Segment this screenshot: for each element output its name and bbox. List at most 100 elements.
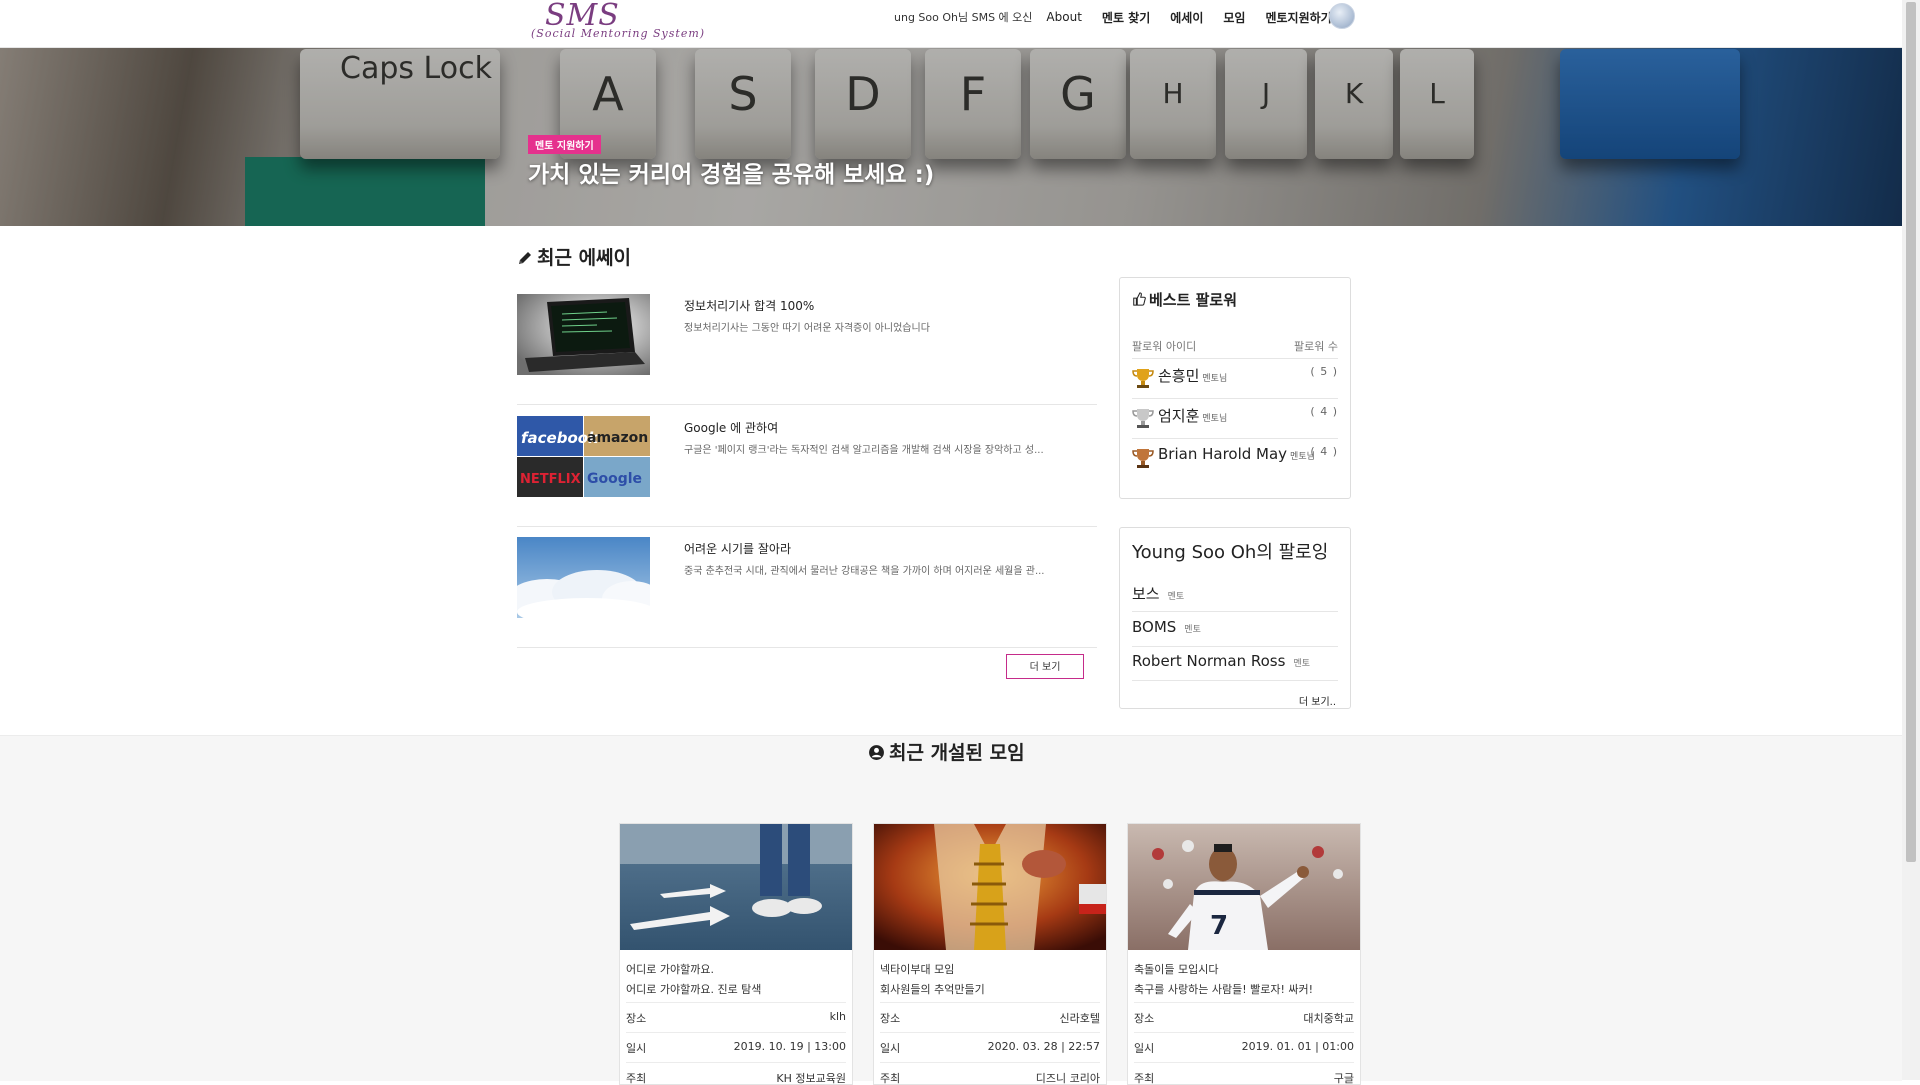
divider [517, 647, 1097, 648]
follower-role: 멘토님 [1202, 414, 1228, 424]
hero-badge[interactable]: 멘토 지원하기 [528, 135, 601, 154]
following-more-link[interactable]: 더 보기.. [1299, 693, 1336, 708]
best-followers-card: 베스트 팔로워 팔로워 아이디 팔로워 수 손흥민 멘토님 ( 5 ) 엄지훈 멘토… [1119, 277, 1351, 499]
group-name[interactable]: 어디로 가야할까요. [626, 961, 714, 977]
host-label: 주최 [626, 1072, 647, 1085]
essay-desc: 정보처리기사는 그동안 따기 어려운 자격증이 아니었습니다 [684, 323, 930, 334]
group-host-row: 주최 KH 정보교육원 [626, 1062, 846, 1085]
following-card: Young Soo Oh의 팔로잉 보스 멘토 BOMS 멘토 Robert Nor… [1119, 527, 1351, 709]
group-card[interactable]: 넥타이부대 모임 회사원들의 추억만들기 장소 신라호텔 일시 2020. 03. … [873, 823, 1107, 1085]
follower-count: ( 4 ) [1310, 445, 1338, 458]
following-role: 멘토 [1167, 592, 1185, 602]
essays-more-button[interactable]: 더 보기 [1006, 654, 1084, 679]
group-image-road[interactable] [620, 824, 852, 950]
follower-row[interactable]: 엄지훈 멘토님 ( 4 ) [1132, 398, 1338, 439]
follower-name: 엄지훈 멘토님 [1158, 407, 1228, 425]
welcome-text: ung Soo Oh님 SMS 에 오신 [894, 11, 1033, 24]
date-label: 일시 [880, 1042, 901, 1055]
nav-groups[interactable]: 모임 [1223, 9, 1245, 26]
logo-netflix: NETFLIX [520, 472, 581, 487]
group-host-row: 주최 구글 [1134, 1062, 1354, 1085]
host-label: 주최 [1134, 1072, 1155, 1085]
following-role: 멘토 [1184, 625, 1201, 635]
logo-subtitle: (Social Mentoring System) [531, 27, 706, 40]
nav-apply-mentor[interactable]: 멘토지원하기 [1265, 9, 1331, 26]
essay-desc: 구글은 '페이지 랭크'라는 독자적인 검색 알고리즘을 개발해 검색 시장을 … [684, 445, 1044, 456]
place-label: 장소 [626, 1012, 647, 1025]
col-follower-count: 팔로워 수 [1294, 340, 1338, 353]
logo-google: Google [587, 471, 642, 487]
following-title: Young Soo Oh의 팔로잉 [1132, 542, 1329, 563]
group-image-soccer[interactable]: 7 [1128, 824, 1360, 950]
essay-thumb-clouds[interactable] [517, 537, 650, 618]
host-label: 주최 [880, 1072, 901, 1085]
follower-count: ( 4 ) [1310, 405, 1338, 418]
pencil-icon [519, 252, 531, 264]
essay-title[interactable]: 어려운 시기를 잘아라 [684, 540, 791, 557]
essay-title[interactable]: Google 에 관하여 [684, 419, 778, 436]
page-scrollbar-thumb[interactable] [1906, 2, 1916, 862]
group-place-row: 장소 klh [626, 1002, 846, 1031]
place-value: klh [829, 1010, 846, 1023]
following-item: BOMS 멘토 [1132, 618, 1201, 636]
place-value: 신라호텔 [1059, 1012, 1100, 1025]
place-label: 장소 [880, 1012, 901, 1025]
essays-title: 최근 에쎄이 [537, 247, 632, 269]
group-image-necktie[interactable] [874, 824, 1106, 950]
essay-thumb-laptop[interactable] [517, 294, 650, 375]
following-role: 멘토 [1293, 659, 1310, 669]
date-label: 일시 [1134, 1042, 1155, 1055]
hero-banner: Caps Lock A S D F G H J K L 멘토 지원하기 가치 있… [0, 47, 1902, 226]
group-name[interactable]: 축돌이들 모입시다 [1134, 961, 1218, 977]
date-label: 일시 [626, 1042, 647, 1055]
svg-text:7: 7 [1210, 911, 1228, 941]
group-date-row: 일시 2019. 01. 01 | 01:00 [1134, 1032, 1354, 1061]
group-date-row: 일시 2020. 03. 28 | 22:57 [880, 1032, 1100, 1061]
nav-find-mentor[interactable]: 멘토 찾기 [1102, 9, 1150, 26]
best-followers-title: 베스트 팔로워 [1149, 291, 1238, 309]
nav-essay[interactable]: 에세이 [1170, 9, 1203, 26]
group-desc: 어디로 가야할까요. 진로 탐색 [626, 983, 762, 996]
follower-role: 멘토님 [1202, 374, 1228, 384]
follower-row[interactable]: 손흥민 멘토님 ( 5 ) [1132, 358, 1338, 399]
essay-item[interactable]: facebook amazon NETFLIX Google Google 에 … [517, 416, 1097, 537]
group-card[interactable]: 어디로 가야할까요. 어디로 가야할까요. 진로 탐색 장소 klh 일시 2019… [619, 823, 853, 1085]
col-follower-id: 팔로워 아이디 [1132, 340, 1197, 353]
group-desc: 회사원들의 추억만들기 [880, 983, 985, 996]
essay-desc: 중국 춘추전국 시대, 관직에서 물러난 강태공은 책을 가까이 하며 어지러운… [684, 566, 1045, 577]
essay-thumb-brands[interactable]: facebook amazon NETFLIX Google [517, 416, 650, 497]
essay-item[interactable]: 어려운 시기를 잘아라 중국 춘추전국 시대, 관직에서 물러난 강태공은 책을… [517, 537, 1097, 658]
best-followers-heading: 베스트 팔로워 [1132, 289, 1237, 310]
group-host-row: 주최 디즈니 코리아 [880, 1062, 1100, 1085]
following-row[interactable]: BOMS 멘토 [1132, 612, 1338, 647]
group-desc: 축구를 사랑하는 사람들! 빨로자! 싸커! [1134, 983, 1314, 996]
site-logo[interactable]: SMS (Social Mentoring System) [531, 0, 704, 46]
following-row[interactable]: Robert Norman Ross 멘토 [1132, 646, 1338, 681]
follower-name: 손흥민 멘토님 [1158, 367, 1228, 385]
follower-name: Brian Harold May 멘토님 [1158, 445, 1315, 463]
group-card[interactable]: 7 축돌이들 모입시다 축구를 사랑하는 사람들! 빨로자! 싸커! 장소 대치중… [1127, 823, 1361, 1085]
host-value: 구글 [1333, 1072, 1354, 1085]
host-value: KH 정보교육원 [776, 1072, 846, 1085]
thumbs-up-icon [1133, 292, 1146, 306]
hero-overlay [0, 47, 1902, 226]
host-value: 디즈니 코리아 [1035, 1072, 1100, 1085]
group-name[interactable]: 넥타이부대 모임 [880, 961, 954, 977]
follower-count: ( 5 ) [1310, 365, 1338, 378]
follower-row[interactable]: Brian Harold May 멘토님 ( 4 ) [1132, 438, 1338, 479]
date-value: 2019. 01. 01 | 01:00 [1241, 1040, 1354, 1053]
groups-title: 최근 개설된 모임 [889, 742, 1025, 764]
nav-about[interactable]: About [1046, 10, 1081, 24]
group-icon [869, 745, 884, 760]
silver-trophy-icon [1132, 409, 1154, 428]
navbar: SMS (Social Mentoring System) ung Soo Oh… [0, 0, 1902, 48]
divider [517, 404, 1097, 405]
essay-title[interactable]: 정보처리기사 합격 100% [684, 297, 814, 314]
date-value: 2020. 03. 28 | 22:57 [987, 1040, 1100, 1053]
groups-heading: 최근 개설된 모임 [868, 738, 1025, 765]
place-value: 대치중학교 [1303, 1012, 1354, 1025]
user-avatar[interactable] [1329, 3, 1355, 29]
essay-item[interactable]: 정보처리기사 합격 100% 정보처리기사는 그동안 따기 어려운 자격증이 아… [517, 294, 1097, 415]
following-row[interactable]: 보스 멘토 [1132, 577, 1338, 612]
bronze-trophy-icon [1132, 449, 1154, 468]
